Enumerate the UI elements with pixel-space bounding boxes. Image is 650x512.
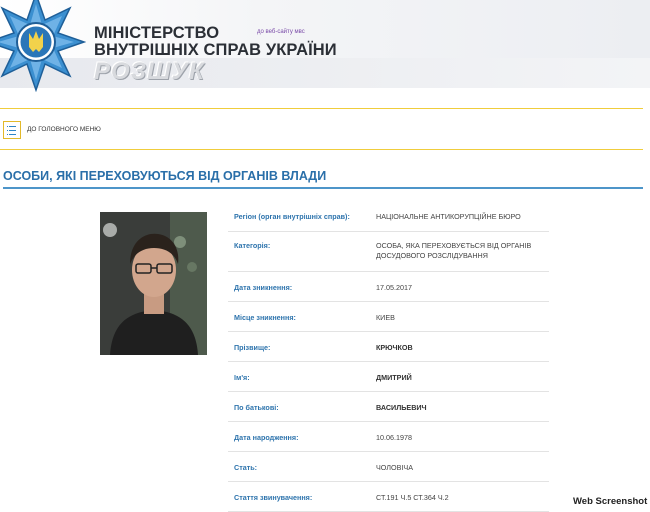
detail-value-sex: ЧОЛОВІЧА bbox=[376, 463, 413, 472]
detail-row-first-name: Ім'я: ДМИТРИЙ bbox=[228, 362, 549, 392]
person-details-table: Регіон (орган внутрішніх справ): НАЦІОНА… bbox=[228, 203, 549, 512]
detail-label-category: Категорія: bbox=[234, 241, 271, 250]
person-photo bbox=[100, 212, 207, 355]
detail-label-birth-date: Дата народження: bbox=[234, 433, 299, 442]
detail-row-charge-article: Стаття звинувачення: СТ.191 Ч.5 СТ.364 Ч… bbox=[228, 482, 549, 512]
web-screenshot-watermark: Web Screenshot bbox=[573, 496, 648, 507]
detail-row-category: Категорія: ОСОБА, ЯКА ПЕРЕХОВУЄТЬСЯ ВІД … bbox=[228, 232, 549, 272]
detail-value-category: ОСОБА, ЯКА ПЕРЕХОВУЄТЬСЯ ВІД ОРГАНІВ ДОС… bbox=[376, 241, 549, 271]
detail-value-surname: КРЮЧКОВ bbox=[376, 343, 413, 352]
menu-divider-bottom bbox=[0, 149, 643, 150]
detail-value-region: НАЦІОНАЛЬНЕ АНТИКОРУПЦІЙНЕ БЮРО bbox=[376, 212, 521, 221]
detail-label-disappearance-date: Дата зникнення: bbox=[234, 283, 293, 292]
detail-value-disappearance-place: КИЕВ bbox=[376, 313, 395, 322]
detail-row-sex: Стать: ЧОЛОВІЧА bbox=[228, 452, 549, 482]
detail-value-charge-article: СТ.191 Ч.5 СТ.364 Ч.2 bbox=[376, 493, 449, 502]
detail-label-region: Регіон (орган внутрішніх справ): bbox=[234, 212, 350, 221]
detail-label-first-name: Ім'я: bbox=[234, 373, 250, 382]
police-star-emblem-icon[interactable] bbox=[0, 0, 86, 92]
detail-row-patronymic: По батькові: ВАСИЛЬЕВИЧ bbox=[228, 392, 549, 422]
list-menu-icon[interactable] bbox=[3, 121, 21, 139]
detail-label-charge-article: Стаття звинувачення: bbox=[234, 493, 313, 502]
detail-value-disappearance-date: 17.05.2017 bbox=[376, 283, 412, 292]
detail-row-disappearance-date: Дата зникнення: 17.05.2017 bbox=[228, 272, 549, 302]
search-section-logo[interactable]: РОЗШУК bbox=[94, 58, 205, 86]
detail-label-sex: Стать: bbox=[234, 463, 258, 472]
title-underline bbox=[3, 187, 643, 189]
menu-divider-top bbox=[0, 108, 643, 109]
site-header: МІНІСТЕРСТВО ВНУТРІШНІХ СПРАВ УКРАЇНИ до… bbox=[0, 0, 650, 95]
detail-row-disappearance-place: Місце зникнення: КИЕВ bbox=[228, 302, 549, 332]
detail-value-category-line1: ОСОБА, ЯКА ПЕРЕХОВУЄТЬСЯ ВІД ОРГАНІВ bbox=[376, 241, 532, 250]
page-title: ОСОБИ, ЯКІ ПЕРЕХОВУЮТЬСЯ ВІД ОРГАНІВ ВЛА… bbox=[3, 169, 327, 183]
detail-value-birth-date: 10.06.1978 bbox=[376, 433, 412, 442]
detail-row-surname: Прізвище: КРЮЧКОВ bbox=[228, 332, 549, 362]
detail-value-patronymic: ВАСИЛЬЕВИЧ bbox=[376, 403, 427, 412]
home-menu-link[interactable]: ДО ГОЛОВНОГО МЕНЮ bbox=[27, 126, 101, 133]
detail-row-region: Регіон (орган внутрішніх справ): НАЦІОНА… bbox=[228, 203, 549, 232]
detail-label-surname: Прізвище: bbox=[234, 343, 271, 352]
detail-label-patronymic: По батькові: bbox=[234, 403, 279, 412]
ministry-site-link[interactable]: до веб-сайту мвс bbox=[257, 29, 305, 35]
detail-row-birth-date: Дата народження: 10.06.1978 bbox=[228, 422, 549, 452]
detail-label-disappearance-place: Місце зникнення: bbox=[234, 313, 296, 322]
detail-value-category-line2: ДОСУДОВОГО РОЗСЛІДУВАННЯ bbox=[376, 251, 488, 260]
detail-value-first-name: ДМИТРИЙ bbox=[376, 373, 412, 382]
